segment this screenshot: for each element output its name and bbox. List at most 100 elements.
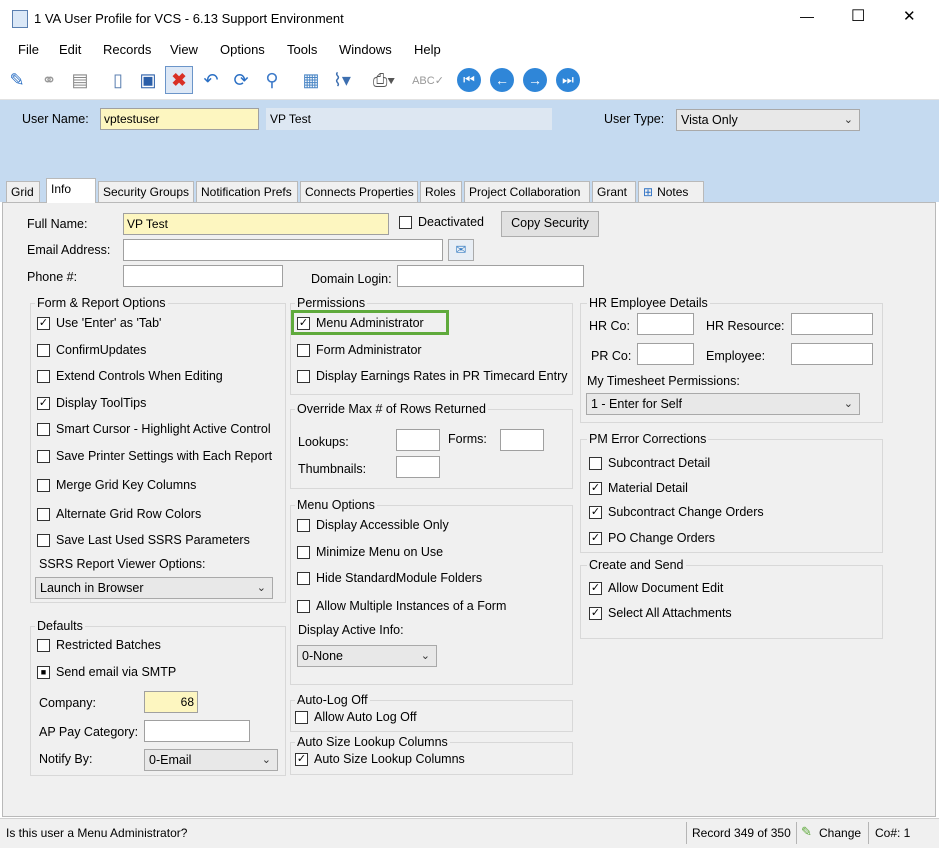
company-input[interactable]: 68 bbox=[144, 691, 198, 713]
last-record-icon[interactable]: ⏭ bbox=[554, 66, 582, 94]
allow-auto-log-off-checkbox[interactable]: Allow Auto Log Off bbox=[295, 710, 417, 724]
close-window-button[interactable]: ✕ bbox=[903, 7, 916, 25]
maximize-button[interactable]: ☐ bbox=[851, 6, 865, 26]
first-record-icon[interactable]: ⏮ bbox=[455, 66, 483, 94]
record-state: Change bbox=[819, 826, 862, 840]
copy-security-button[interactable]: Copy Security bbox=[501, 211, 599, 237]
subcontract-change-orders-checkbox[interactable]: ✓ Subcontract Change Orders bbox=[589, 505, 764, 519]
menu-view[interactable]: View bbox=[170, 42, 198, 57]
pr-co-input[interactable] bbox=[637, 343, 694, 365]
deactivated-checkbox[interactable]: Deactivated bbox=[399, 215, 484, 229]
new-record-icon[interactable]: ▯ bbox=[104, 66, 132, 94]
user-name-label: User Name: bbox=[22, 112, 89, 126]
tab-info[interactable]: Info bbox=[46, 178, 96, 203]
search-icon[interactable]: ⚲ bbox=[258, 66, 286, 94]
hr-co-input[interactable] bbox=[637, 313, 694, 335]
minimize-button[interactable]: — bbox=[800, 8, 814, 24]
email-input[interactable] bbox=[123, 239, 443, 261]
hr-co-label: HR Co: bbox=[589, 319, 630, 333]
material-detail-checkbox[interactable]: ✓ Material Detail bbox=[589, 481, 688, 495]
display-accessible-only-checkbox[interactable]: Display Accessible Only bbox=[297, 518, 449, 532]
tab-project-collaboration[interactable]: Project Collaboration bbox=[464, 181, 590, 202]
status-message: Is this user a Menu Administrator? bbox=[6, 826, 188, 840]
previous-record-icon[interactable]: ← bbox=[488, 66, 516, 94]
confirm-updates-checkbox[interactable]: ConfirmUpdates bbox=[37, 343, 146, 357]
employee-input[interactable] bbox=[791, 343, 873, 365]
tab-grant[interactable]: Grant bbox=[592, 181, 636, 202]
allow-multiple-instances-checkbox[interactable]: Allow Multiple Instances of a Form bbox=[297, 599, 506, 613]
spellcheck-icon[interactable]: ABC✓ bbox=[412, 66, 444, 94]
save-ssrs-parameters-checkbox[interactable]: Save Last Used SSRS Parameters bbox=[37, 533, 250, 547]
send-email-smtp-checkbox[interactable]: ■ Send email via SMTP bbox=[37, 665, 176, 679]
checkmark-icon: ✓ bbox=[589, 606, 602, 620]
form-administrator-checkbox[interactable]: Form Administrator bbox=[297, 343, 422, 357]
merge-grid-key-columns-checkbox[interactable]: Merge Grid Key Columns bbox=[37, 478, 196, 492]
hr-resource-input[interactable] bbox=[791, 313, 873, 335]
subcontract-detail-checkbox[interactable]: Subcontract Detail bbox=[589, 456, 710, 470]
tab-grid[interactable]: Grid bbox=[6, 181, 40, 202]
display-tooltips-checkbox[interactable]: ✓ Display ToolTips bbox=[37, 396, 146, 410]
binoculars-icon[interactable]: ⚭ bbox=[35, 66, 63, 94]
timesheet-permissions-select[interactable]: 1 - Enter for Self ⌄ bbox=[586, 393, 860, 415]
save-icon[interactable]: ▣ bbox=[134, 66, 162, 94]
menu-windows[interactable]: Windows bbox=[339, 42, 392, 57]
tab-notes[interactable]: ⊞ Notes bbox=[638, 181, 704, 202]
auto-size-lookup-checkbox[interactable]: ✓ Auto Size Lookup Columns bbox=[295, 752, 465, 766]
edit-icon[interactable]: ✎ bbox=[3, 66, 31, 94]
info-panel: Full Name: VP Test Deactivated Copy Secu… bbox=[2, 202, 936, 817]
display-active-info-select[interactable]: 0-None ⌄ bbox=[297, 645, 437, 667]
checkmark-icon: ✓ bbox=[589, 505, 602, 519]
menu-administrator-checkbox[interactable]: ✓ Menu Administrator bbox=[297, 316, 424, 330]
checkbox-box bbox=[37, 533, 50, 547]
record-header: User Name: vptestuser VP Test User Type:… bbox=[0, 100, 939, 178]
group-title: Auto Size Lookup Columns bbox=[295, 735, 450, 749]
minimize-menu-checkbox[interactable]: Minimize Menu on Use bbox=[297, 545, 443, 559]
ap-pay-category-input[interactable] bbox=[144, 720, 250, 742]
user-type-select[interactable]: Vista Only ⌄ bbox=[676, 109, 860, 131]
select-all-attachments-checkbox[interactable]: ✓ Select All Attachments bbox=[589, 606, 732, 620]
scan-icon[interactable]: ⎙▾ bbox=[370, 66, 398, 94]
notify-by-select[interactable]: 0-Email ⌄ bbox=[144, 749, 278, 771]
lookups-input[interactable] bbox=[396, 429, 440, 451]
delete-icon[interactable]: ✖ bbox=[165, 66, 193, 94]
user-name-input[interactable]: vptestuser bbox=[100, 108, 259, 130]
phone-input[interactable] bbox=[123, 265, 283, 287]
checkmark-icon: ✓ bbox=[295, 752, 308, 766]
checkbox-box bbox=[297, 343, 310, 357]
thumbnails-input[interactable] bbox=[396, 456, 440, 478]
ssrs-viewer-select[interactable]: Launch in Browser ⌄ bbox=[35, 577, 273, 599]
tab-notification-prefs[interactable]: Notification Prefs bbox=[196, 181, 298, 202]
attachment-icon[interactable]: ⌇▾ bbox=[328, 66, 356, 94]
menu-records[interactable]: Records bbox=[103, 42, 151, 57]
ssrs-viewer-label: SSRS Report Viewer Options: bbox=[39, 557, 206, 571]
app-icon bbox=[12, 10, 28, 28]
extend-controls-checkbox[interactable]: Extend Controls When Editing bbox=[37, 369, 223, 383]
allow-document-edit-checkbox[interactable]: ✓ Allow Document Edit bbox=[589, 581, 723, 595]
domain-login-input[interactable] bbox=[397, 265, 584, 287]
display-earnings-rates-checkbox[interactable]: Display Earnings Rates in PR Timecard En… bbox=[297, 369, 567, 383]
tab-security-groups[interactable]: Security Groups bbox=[98, 181, 194, 202]
undo-icon[interactable]: ↶ bbox=[197, 66, 225, 94]
email-lookup-icon[interactable]: ✉ bbox=[448, 239, 474, 261]
tab-roles[interactable]: Roles bbox=[420, 181, 462, 202]
group-title: Permissions bbox=[295, 296, 368, 310]
forms-input[interactable] bbox=[500, 429, 544, 451]
smart-cursor-checkbox[interactable]: Smart Cursor - Highlight Active Control bbox=[37, 422, 271, 436]
restricted-batches-checkbox[interactable]: Restricted Batches bbox=[37, 638, 161, 652]
menu-options[interactable]: Options bbox=[220, 42, 265, 57]
menu-file[interactable]: File bbox=[18, 42, 39, 57]
alternate-grid-row-colors-checkbox[interactable]: Alternate Grid Row Colors bbox=[37, 507, 201, 521]
menu-edit[interactable]: Edit bbox=[59, 42, 81, 57]
menu-help[interactable]: Help bbox=[414, 42, 441, 57]
next-record-icon[interactable]: → bbox=[521, 66, 549, 94]
calculator-icon[interactable]: ▦ bbox=[297, 66, 325, 94]
full-name-input[interactable]: VP Test bbox=[123, 213, 389, 235]
print-icon[interactable]: ▤ bbox=[66, 66, 94, 94]
use-enter-as-tab-checkbox[interactable]: ✓ Use 'Enter' as 'Tab' bbox=[37, 316, 161, 330]
menu-tools[interactable]: Tools bbox=[287, 42, 317, 57]
hide-standard-folders-checkbox[interactable]: Hide StandardModule Folders bbox=[297, 571, 482, 585]
refresh-icon[interactable]: ⟳ bbox=[227, 66, 255, 94]
tab-connects-properties[interactable]: Connects Properties bbox=[300, 181, 418, 202]
save-printer-settings-checkbox[interactable]: Save Printer Settings with Each Report bbox=[37, 449, 272, 463]
po-change-orders-checkbox[interactable]: ✓ PO Change Orders bbox=[589, 531, 715, 545]
